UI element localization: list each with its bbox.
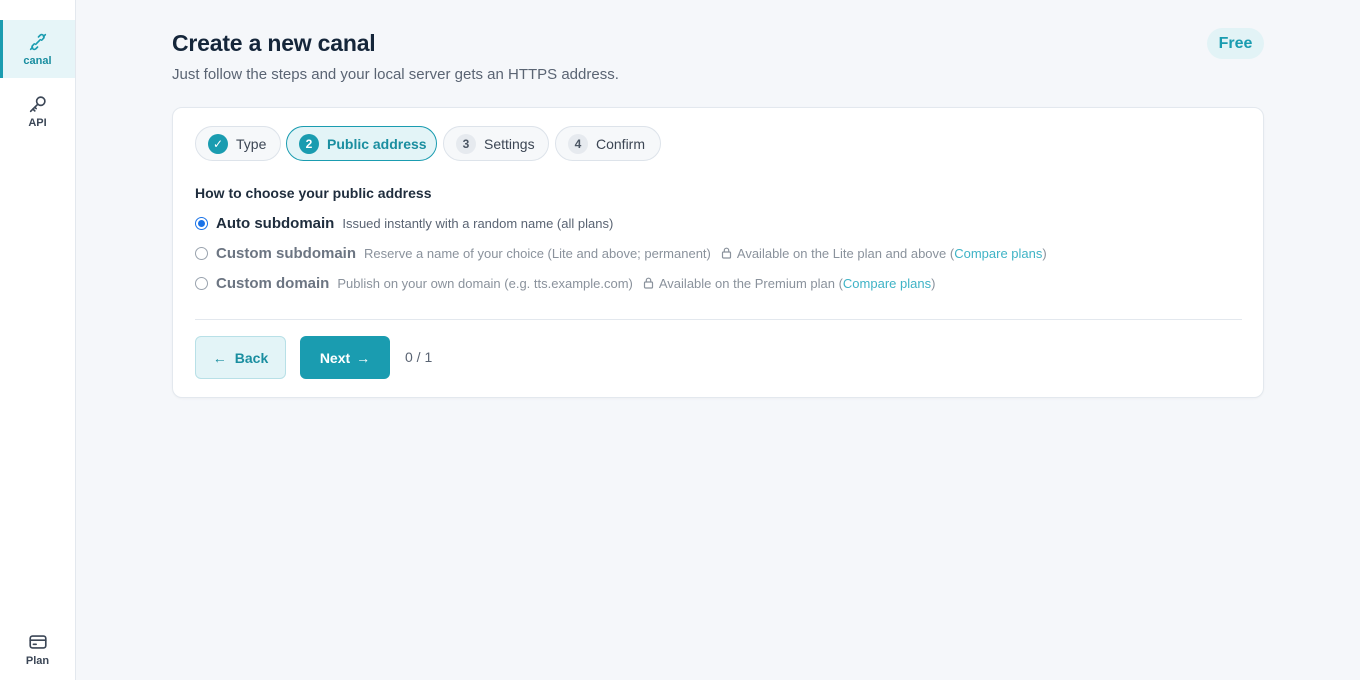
step-public-address[interactable]: 2 Public address bbox=[286, 126, 437, 161]
step-label: Confirm bbox=[596, 135, 646, 152]
radio-custom-domain[interactable] bbox=[195, 276, 208, 290]
key-icon bbox=[29, 96, 46, 113]
back-label: Back bbox=[234, 349, 269, 366]
sidebar-item-api[interactable]: API bbox=[0, 82, 75, 140]
card-icon bbox=[28, 635, 47, 649]
compare-plans-link[interactable]: Compare plans bbox=[954, 246, 1042, 261]
section-label: How to choose your public address bbox=[195, 185, 432, 201]
lock-icon bbox=[643, 277, 653, 289]
sidebar-item-canal[interactable]: canal bbox=[0, 20, 75, 78]
plan-badge: Free bbox=[1207, 28, 1264, 59]
divider bbox=[195, 319, 1242, 320]
arrow-right-icon: → bbox=[356, 349, 371, 366]
sidebar-item-plan[interactable]: Plan bbox=[0, 620, 75, 678]
step-label: Settings bbox=[484, 135, 535, 152]
arrow-left-icon: ← bbox=[212, 349, 227, 366]
step-number: 2 bbox=[299, 133, 319, 154]
option-desc: Reserve a name of your choice (Lite and … bbox=[364, 245, 711, 261]
option-auto-subdomain[interactable]: Auto subdomain Issued instantly with a r… bbox=[195, 212, 613, 234]
lock-text: Available on the Lite plan and above ( bbox=[736, 245, 955, 261]
sidebar-item-label: Plan bbox=[25, 655, 50, 667]
next-button[interactable]: Next → bbox=[300, 336, 390, 379]
check-icon: ✓ bbox=[208, 133, 228, 154]
step-type[interactable]: ✓ Type bbox=[195, 126, 281, 161]
radio-custom-subdomain[interactable] bbox=[195, 246, 208, 260]
page-subtitle: Just follow the steps and your local ser… bbox=[172, 66, 619, 83]
lock-note: Available on the Premium plan (Compare p… bbox=[643, 275, 936, 291]
compare-plans-link[interactable]: Compare plans bbox=[843, 276, 931, 291]
lock-text: Available on the Premium plan ( bbox=[658, 275, 843, 291]
option-name: Auto subdomain bbox=[216, 214, 335, 232]
lock-end: ) bbox=[931, 275, 936, 291]
option-desc: Issued instantly with a random name (all… bbox=[342, 215, 614, 231]
wizard-card: ✓ Type 2 Public address 3 Settings 4 Con… bbox=[172, 107, 1264, 398]
next-label: Next bbox=[319, 349, 351, 366]
lock-end: ) bbox=[1042, 245, 1047, 261]
sidebar-item-label: canal bbox=[23, 55, 52, 67]
lock-icon bbox=[721, 247, 731, 259]
sidebar-item-label: API bbox=[28, 117, 47, 129]
option-name: Custom subdomain bbox=[216, 244, 357, 262]
option-desc: Publish on your own domain (e.g. tts.exa… bbox=[337, 275, 633, 291]
step-number: 4 bbox=[568, 133, 588, 154]
option-custom-domain[interactable]: Custom domain Publish on your own domain… bbox=[195, 272, 935, 294]
sidebar: canal API Plan bbox=[0, 0, 76, 680]
step-confirm[interactable]: 4 Confirm bbox=[555, 126, 661, 161]
radio-auto-subdomain[interactable] bbox=[195, 216, 208, 230]
step-label: Type bbox=[236, 135, 267, 152]
option-custom-subdomain[interactable]: Custom subdomain Reserve a name of your … bbox=[195, 242, 1047, 264]
page-title: Create a new canal bbox=[172, 30, 376, 56]
back-button[interactable]: ← Back bbox=[195, 336, 286, 379]
lock-note: Available on the Lite plan and above (Co… bbox=[721, 246, 1047, 261]
link-icon bbox=[29, 33, 46, 51]
progress-counter: 0 / 1 bbox=[405, 349, 433, 365]
step-label: Public address bbox=[327, 135, 427, 152]
step-settings[interactable]: 3 Settings bbox=[443, 126, 549, 161]
step-number: 3 bbox=[456, 133, 476, 154]
option-name: Custom domain bbox=[216, 274, 330, 292]
